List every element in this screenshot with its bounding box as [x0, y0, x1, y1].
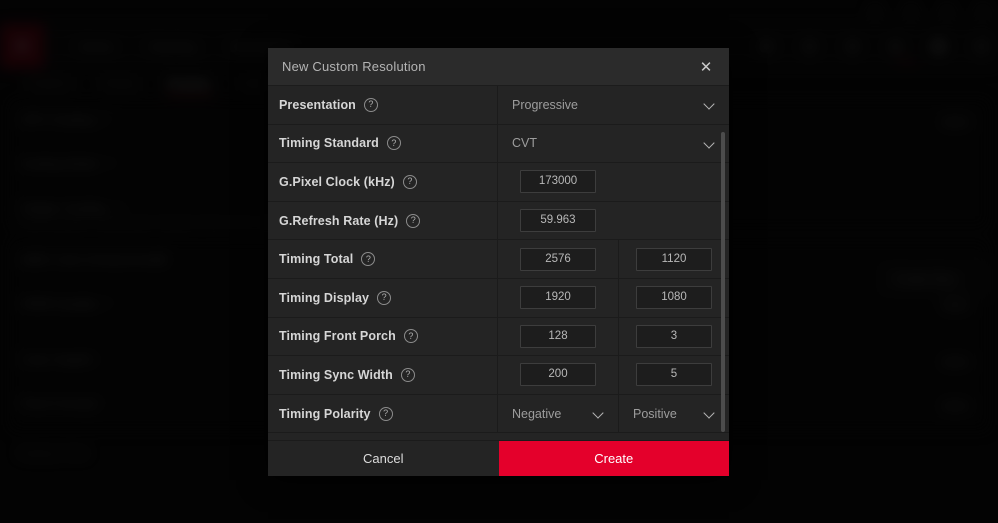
polarity-vertical-value: Positive	[633, 406, 677, 421]
row-value-cell: 2576	[498, 240, 618, 278]
row-label-cell: Timing Total ?	[268, 240, 498, 278]
front-porch-vertical-input[interactable]: 3	[636, 324, 712, 348]
row-value-cell: 1920	[498, 279, 618, 317]
row-label: Timing Front Porch	[279, 329, 396, 344]
help-icon[interactable]: ?	[403, 329, 418, 344]
table-row: Timing Sync Width ? 200 5	[268, 356, 729, 395]
table-row: G.Pixel Clock (kHz) ? 173000	[268, 163, 729, 202]
row-label-cell: Presentation ?	[268, 86, 498, 124]
application-window: A Home Gaming Streaming NEW Graphics Dis…	[0, 0, 998, 523]
row-value-cell-empty	[618, 163, 729, 201]
row-value-cell-2: Positive	[618, 394, 729, 433]
row-value-cell-2: 1120	[618, 240, 729, 278]
help-icon[interactable]: ?	[363, 97, 378, 112]
polarity-horizontal-select[interactable]: Negative	[498, 407, 618, 421]
help-icon[interactable]: ?	[386, 136, 401, 151]
help-icon[interactable]: ?	[402, 174, 417, 189]
table-row: Timing Standard ? CVT	[268, 124, 729, 164]
help-icon[interactable]: ?	[400, 367, 415, 382]
row-label: G.Refresh Rate (Hz)	[279, 213, 399, 228]
row-label: Timing Display	[279, 290, 370, 305]
timing-standard-select[interactable]: CVT	[512, 136, 729, 150]
table-row: Presentation ? Progressive	[268, 86, 729, 125]
row-value-cell: 128	[498, 318, 618, 356]
table-row: Timing Polarity ? Negative Positive	[268, 394, 729, 434]
timing-standard-value: CVT	[512, 136, 537, 151]
row-label: Timing Total	[279, 252, 354, 267]
row-label-cell: G.Refresh Rate (Hz) ?	[268, 201, 498, 240]
polarity-vertical-select[interactable]: Positive	[619, 407, 729, 421]
scrollbar-thumb[interactable]	[721, 132, 725, 432]
help-icon[interactable]: ?	[406, 213, 421, 228]
chevron-down-icon	[704, 138, 715, 149]
row-label: Timing Standard	[279, 136, 379, 151]
row-value-cell: 200	[498, 356, 618, 394]
table-row: G.Refresh Rate (Hz) ? 59.963	[268, 201, 729, 241]
row-label-cell: Timing Standard ?	[268, 124, 498, 163]
dialog-header: New Custom Resolution ✕	[268, 48, 729, 86]
dialog-body: Presentation ? Progressive Timing Standa…	[268, 86, 729, 440]
table-row: Timing Total ? 2576 1120	[268, 240, 729, 279]
row-value-cell: 173000	[498, 163, 618, 201]
help-icon[interactable]: ?	[378, 406, 393, 421]
timing-display-vertical-input[interactable]: 1080	[636, 286, 712, 310]
row-value-cell: 59.963	[498, 202, 618, 240]
row-label-cell: Timing Display ?	[268, 278, 498, 317]
row-label: Timing Polarity	[279, 406, 371, 421]
help-icon[interactable]: ?	[361, 252, 376, 267]
timing-display-horizontal-input[interactable]: 1920	[520, 286, 596, 310]
chevron-down-icon	[704, 99, 715, 110]
scrollbar-track[interactable]	[721, 86, 727, 440]
pixel-clock-input[interactable]: 173000	[520, 170, 596, 194]
row-value-cell-2: 3	[618, 317, 729, 356]
sync-width-horizontal-input[interactable]: 200	[520, 363, 596, 387]
row-value-cell: Negative	[498, 395, 618, 433]
create-button[interactable]: Create	[498, 441, 729, 476]
row-label-cell: Timing Front Porch ?	[268, 317, 498, 356]
presentation-value: Progressive	[512, 97, 578, 112]
refresh-rate-input[interactable]: 59.963	[520, 209, 596, 233]
cancel-button[interactable]: Cancel	[268, 441, 499, 476]
row-value-cell: CVT	[498, 125, 729, 163]
help-icon[interactable]: ?	[377, 290, 392, 305]
row-label: Presentation	[279, 97, 356, 112]
sync-width-vertical-input[interactable]: 5	[636, 363, 712, 387]
row-value-cell-empty	[618, 202, 729, 240]
row-label: Timing Sync Width	[279, 367, 393, 382]
timing-total-horizontal-input[interactable]: 2576	[520, 247, 596, 271]
dialog-footer: Cancel Create	[268, 440, 729, 476]
polarity-horizontal-value: Negative	[512, 406, 562, 421]
row-value-cell-2: 5	[618, 356, 729, 394]
row-value-cell-2: 1080	[618, 278, 729, 317]
chevron-down-icon	[593, 408, 604, 419]
dialog-title: New Custom Resolution	[282, 59, 426, 74]
row-label-cell: Timing Polarity ?	[268, 394, 498, 433]
table-row: Timing Display ? 1920 1080	[268, 278, 729, 318]
dialog-scroll-content: Presentation ? Progressive Timing Standa…	[268, 86, 729, 434]
table-row: Timing Front Porch ? 128 3	[268, 317, 729, 357]
chevron-down-icon	[704, 408, 715, 419]
row-label: G.Pixel Clock (kHz)	[279, 174, 395, 189]
row-label-cell: Timing Sync Width ?	[268, 356, 498, 394]
new-custom-resolution-dialog: New Custom Resolution ✕ Presentation ? P…	[268, 48, 729, 476]
row-label-cell: G.Pixel Clock (kHz) ?	[268, 163, 498, 201]
presentation-select[interactable]: Progressive	[512, 98, 729, 112]
timing-total-vertical-input[interactable]: 1120	[636, 247, 712, 271]
row-value-cell: Progressive	[498, 86, 729, 124]
front-porch-horizontal-input[interactable]: 128	[520, 324, 596, 348]
close-icon[interactable]: ✕	[689, 48, 723, 86]
